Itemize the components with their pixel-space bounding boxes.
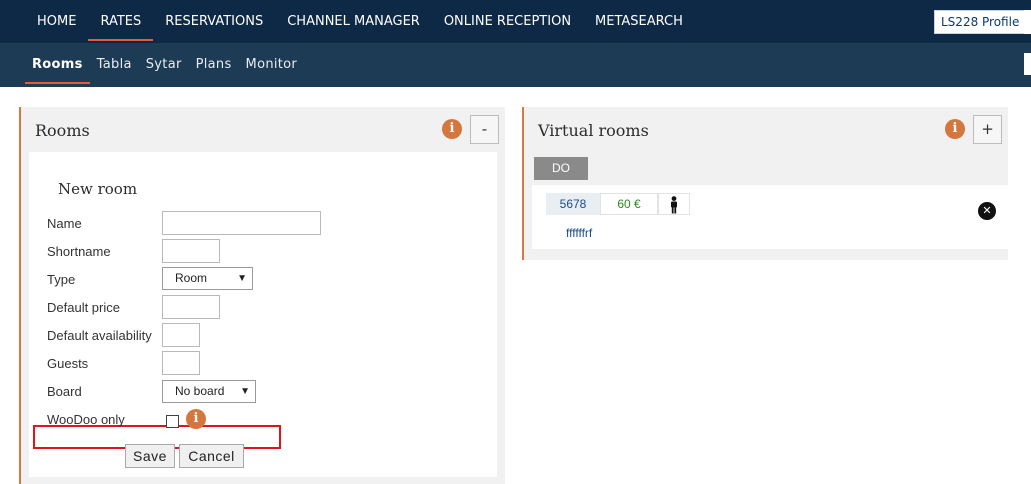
- person-icon: [658, 193, 690, 215]
- chevron-down-icon: ▼: [240, 386, 250, 397]
- add-virtual-room-button[interactable]: +: [973, 115, 1002, 144]
- type-label: Type: [47, 272, 76, 287]
- type-select[interactable]: Room ▼: [162, 267, 253, 290]
- cancel-button[interactable]: Cancel: [179, 444, 244, 468]
- virtual-rooms-panel: Virtual rooms i + DO 5678 60 € ffffffrf …: [522, 107, 1008, 260]
- nav-reservations[interactable]: RESERVATIONS: [153, 0, 275, 43]
- virtual-room-price: 60 €: [600, 193, 658, 215]
- nav-online-reception[interactable]: ONLINE RECEPTION: [432, 0, 583, 43]
- nav-rates[interactable]: RATES: [88, 0, 154, 43]
- profile-button[interactable]: LS228 Profile: [934, 10, 1027, 34]
- nav-metasearch[interactable]: METASEARCH: [583, 0, 695, 43]
- info-icon[interactable]: i: [442, 119, 462, 139]
- subbar-overflow-input[interactable]: [1024, 53, 1031, 75]
- collapse-button[interactable]: -: [470, 115, 499, 144]
- board-select-value: No board: [175, 384, 225, 398]
- board-select[interactable]: No board ▼: [162, 380, 256, 403]
- info-icon[interactable]: i: [945, 119, 965, 139]
- virtual-rooms-title: Virtual rooms: [538, 121, 649, 140]
- close-icon[interactable]: ✕: [978, 202, 996, 220]
- chevron-down-icon: ▼: [237, 273, 247, 284]
- virtual-room-card: 5678 60 € ffffffrf ✕: [532, 185, 1008, 249]
- tab-tabla[interactable]: Tabla: [90, 43, 139, 87]
- tab-plans[interactable]: Plans: [189, 43, 239, 87]
- topbar-overflow-button[interactable]: [1024, 10, 1031, 34]
- nav-home[interactable]: HOME: [25, 0, 88, 43]
- sub-navigation: Rooms Tabla Sytar Plans Monitor: [25, 43, 304, 87]
- woodoo-only-checkbox[interactable]: [166, 415, 179, 428]
- guests-input[interactable]: [162, 351, 200, 375]
- rooms-panel: Rooms i - New room Name Shortname Type R…: [19, 107, 505, 484]
- tab-rooms[interactable]: Rooms: [25, 43, 90, 87]
- guests-label: Guests: [47, 356, 89, 371]
- info-icon[interactable]: i: [186, 409, 206, 429]
- group-tag[interactable]: DO: [534, 157, 588, 180]
- new-room-form: New room Name Shortname Type Room ▼ Defa…: [29, 152, 497, 477]
- virtual-room-name[interactable]: ffffffrf: [566, 226, 592, 240]
- top-navigation: HOME RATES RESERVATIONS CHANNEL MANAGER …: [25, 0, 695, 43]
- shortname-input[interactable]: [162, 239, 220, 263]
- name-label: Name: [47, 216, 82, 231]
- new-room-title: New room: [58, 180, 138, 198]
- type-select-value: Room: [175, 271, 208, 285]
- default-price-label: Default price: [47, 300, 120, 315]
- default-availability-label: Default availability: [47, 328, 152, 343]
- nav-channel-manager[interactable]: CHANNEL MANAGER: [275, 0, 432, 43]
- tab-monitor[interactable]: Monitor: [239, 43, 305, 87]
- name-input[interactable]: [162, 211, 321, 235]
- default-price-input[interactable]: [162, 295, 220, 319]
- virtual-room-code[interactable]: 5678: [546, 193, 600, 215]
- save-button[interactable]: Save: [125, 444, 175, 468]
- tab-sytar[interactable]: Sytar: [139, 43, 189, 87]
- shortname-label: Shortname: [47, 244, 111, 259]
- woodoo-only-label: WooDoo only: [47, 412, 125, 427]
- board-label: Board: [47, 384, 82, 399]
- default-availability-input[interactable]: [162, 323, 200, 347]
- rooms-panel-title: Rooms: [35, 121, 90, 140]
